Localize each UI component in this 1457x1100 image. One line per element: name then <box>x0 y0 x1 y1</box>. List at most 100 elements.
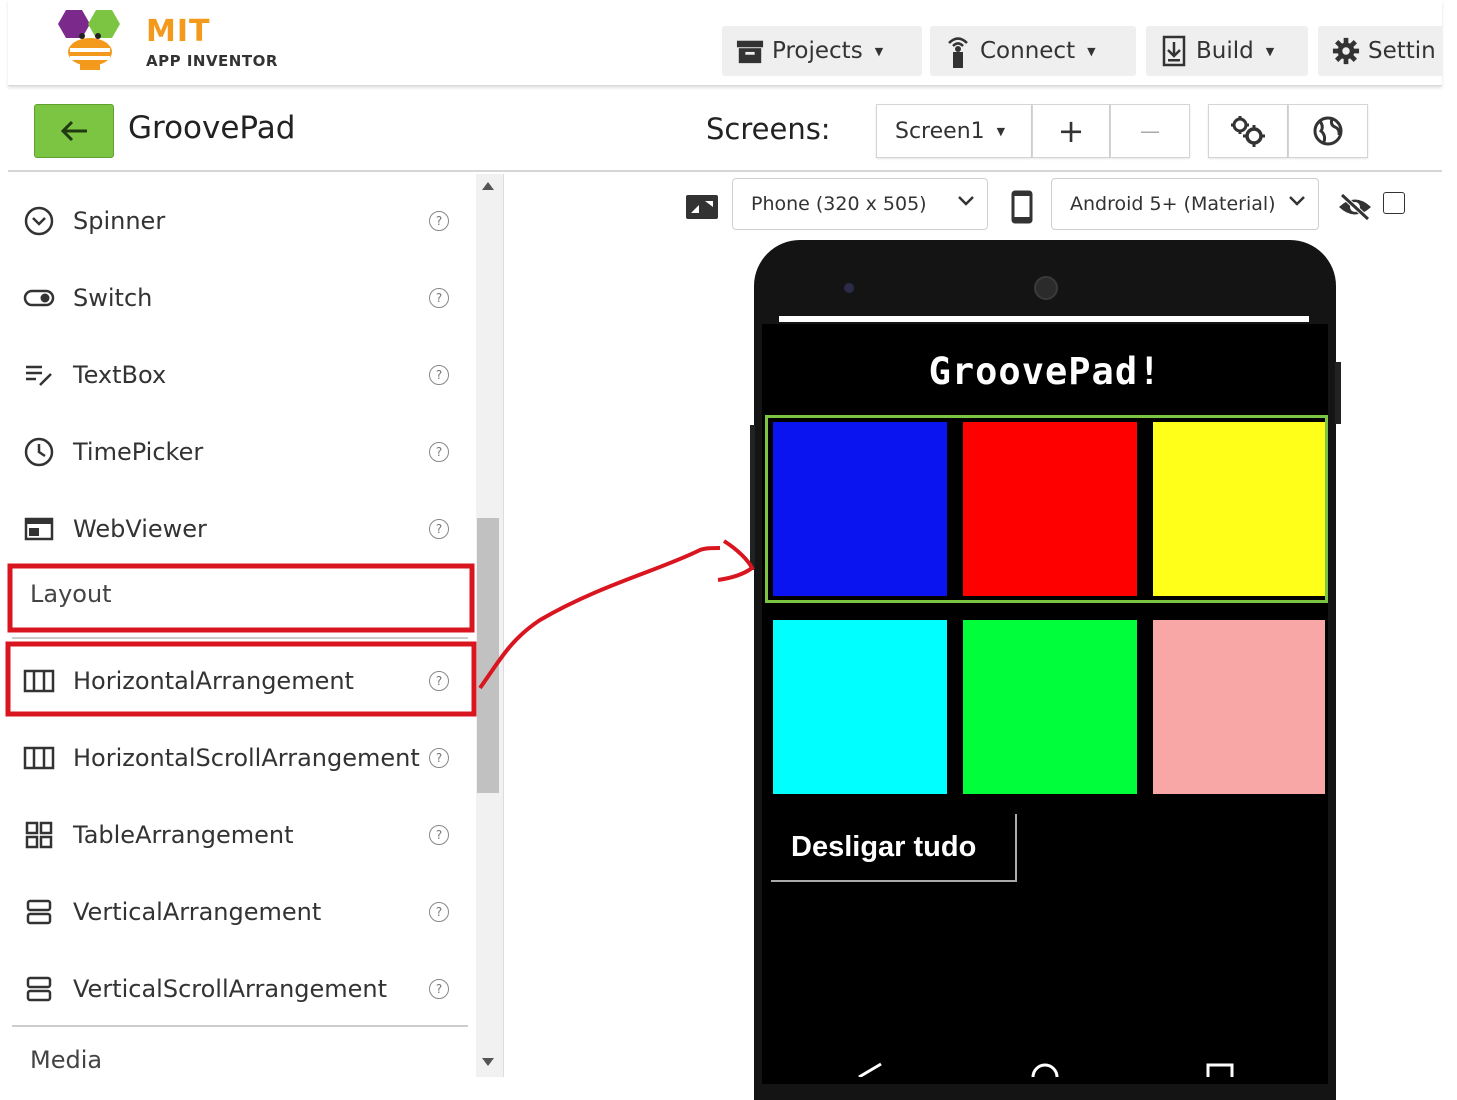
palette-item-switch[interactable]: Switch ? <box>8 259 468 336</box>
download-icon <box>1160 35 1188 67</box>
build-menu-button[interactable]: Build ▼ <box>1146 26 1308 76</box>
pad-button-yellow[interactable] <box>1153 422 1325 596</box>
back-button[interactable] <box>34 104 114 158</box>
palette-item-tablearrangement[interactable]: TableArrangement ? <box>8 796 468 873</box>
app-title-label[interactable]: GroovePad! <box>762 350 1328 393</box>
caret-down-icon: ▼ <box>1265 44 1275 58</box>
palette-item-label: Switch <box>73 283 153 312</box>
device-size-value: Phone (320 x 505) <box>751 193 927 215</box>
section-header-label: Media <box>30 1046 103 1074</box>
settings-menu-button[interactable]: Settin <box>1318 26 1442 76</box>
show-hidden-checkbox[interactable] <box>1383 192 1405 214</box>
globe-button[interactable] <box>1288 104 1368 158</box>
connect-menu-label: Connect <box>980 38 1076 64</box>
textbox-icon <box>22 358 56 392</box>
gear-icon <box>1332 37 1360 65</box>
pad-button-red[interactable] <box>963 422 1137 596</box>
help-icon[interactable]: ? <box>429 670 449 691</box>
palette-item-webviewer[interactable]: WebViewer ? <box>8 490 468 567</box>
scroll-down-arrow-icon[interactable] <box>482 1058 494 1066</box>
android-recents-icon[interactable] <box>1205 1062 1235 1077</box>
theme-select[interactable]: Android 5+ (Material) <box>1051 178 1319 230</box>
phone-front-camera <box>844 283 854 293</box>
pad-button-blue[interactable] <box>773 422 947 596</box>
top-bar: MIT APP INVENTOR Projects ▼ Connect ▼ Bu… <box>8 0 1442 86</box>
section-header-label: Layout <box>30 580 112 608</box>
palette-item-horizontalarrangement[interactable]: HorizontalArrangement ? <box>8 642 468 719</box>
projects-menu-button[interactable]: Projects ▼ <box>722 26 922 76</box>
palette-item-label: TableArrangement <box>73 820 294 849</box>
component-palette: Spinner ? Switch ? TextBox ? TimePicker … <box>8 174 476 1077</box>
help-icon[interactable]: ? <box>429 747 449 768</box>
pad-button-cyan[interactable] <box>773 620 947 794</box>
android-home-icon[interactable] <box>1030 1062 1060 1077</box>
logo-subtitle: APP INVENTOR <box>146 52 278 70</box>
help-icon[interactable]: ? <box>429 441 449 462</box>
caret-down-icon: ▼ <box>1087 44 1096 58</box>
vertical-scroll-arrangement-icon <box>22 972 56 1006</box>
help-icon[interactable]: ? <box>429 287 449 308</box>
palette-item-spinner[interactable]: Spinner ? <box>8 182 468 259</box>
add-screen-button[interactable]: + <box>1032 104 1110 158</box>
pad-button-pink[interactable] <box>1153 620 1325 794</box>
turn-off-all-button[interactable]: Desligar tudo <box>771 814 1017 882</box>
horizontal-arrangement-icon <box>22 664 56 698</box>
eye-slash-icon[interactable] <box>1337 192 1373 222</box>
project-properties-button[interactable] <box>1208 104 1288 158</box>
logo-title: MIT <box>146 14 211 49</box>
settings-menu-label: Settin <box>1368 38 1436 64</box>
spinner-icon <box>22 204 56 238</box>
phone-orientation-icon[interactable] <box>1010 190 1034 224</box>
chevron-down-icon <box>1289 196 1305 206</box>
palette-item-verticalscrollarrangement[interactable]: VerticalScrollArrangement ? <box>8 950 468 1027</box>
help-icon[interactable]: ? <box>429 901 449 922</box>
theme-select-value: Android 5+ (Material) <box>1070 193 1276 215</box>
phone-side-button <box>750 425 755 570</box>
palette-scrollbar-thumb[interactable] <box>477 518 499 793</box>
build-menu-label: Build <box>1196 38 1254 64</box>
palette-item-label: TextBox <box>73 360 167 389</box>
scroll-up-arrow-icon[interactable] <box>482 182 494 190</box>
bee-logo-icon <box>58 10 120 70</box>
palette-item-textbox[interactable]: TextBox ? <box>8 336 468 413</box>
help-icon[interactable]: ? <box>429 824 449 845</box>
section-header-layout[interactable]: Layout <box>8 564 468 634</box>
arrow-left-icon <box>60 120 87 142</box>
device-size-select[interactable]: Phone (320 x 505) <box>732 178 988 230</box>
screen-select[interactable]: Screen1 ▼ <box>876 104 1032 158</box>
palette-item-timepicker[interactable]: TimePicker ? <box>8 413 468 490</box>
palette-item-label: TimePicker <box>73 437 204 466</box>
projects-menu-label: Projects <box>772 38 863 64</box>
phone-speaker <box>1034 276 1058 300</box>
palette-item-label: HorizontalScrollArrangement <box>73 743 420 772</box>
switch-icon <box>22 281 56 315</box>
app-inventor-logo[interactable]: MIT APP INVENTOR <box>52 6 282 76</box>
palette-item-verticalarrangement[interactable]: VerticalArrangement ? <box>8 873 468 950</box>
divider <box>12 637 468 639</box>
webviewer-icon <box>22 512 56 546</box>
screens-label: Screens: <box>706 112 831 146</box>
remove-screen-button[interactable]: — <box>1110 104 1190 158</box>
palette-item-label: VerticalScrollArrangement <box>73 974 388 1003</box>
section-header-media[interactable]: Media <box>8 1046 468 1074</box>
phone-status-line <box>779 316 1309 322</box>
clock-icon <box>22 435 56 469</box>
horizontal-scroll-arrangement-icon <box>22 741 56 775</box>
phone-side-button <box>1335 362 1341 424</box>
gears-icon <box>1231 116 1265 147</box>
android-back-icon[interactable] <box>855 1062 885 1077</box>
palette-item-label: WebViewer <box>73 514 207 543</box>
help-icon[interactable]: ? <box>429 978 449 999</box>
caret-down-icon: ▼ <box>874 44 884 58</box>
help-icon[interactable]: ? <box>429 518 449 539</box>
help-icon[interactable]: ? <box>429 364 449 385</box>
table-arrangement-icon <box>22 818 56 852</box>
pad-button-green[interactable] <box>963 620 1137 794</box>
palette-item-label: HorizontalArrangement <box>73 666 354 695</box>
tablet-preview-icon[interactable] <box>685 194 719 220</box>
globe-icon <box>1313 116 1343 146</box>
palette-item-horizontalscrollarrangement[interactable]: HorizontalScrollArrangement ? <box>8 719 468 796</box>
divider <box>12 1025 468 1027</box>
connect-menu-button[interactable]: Connect ▼ <box>930 26 1136 76</box>
help-icon[interactable]: ? <box>429 210 449 231</box>
